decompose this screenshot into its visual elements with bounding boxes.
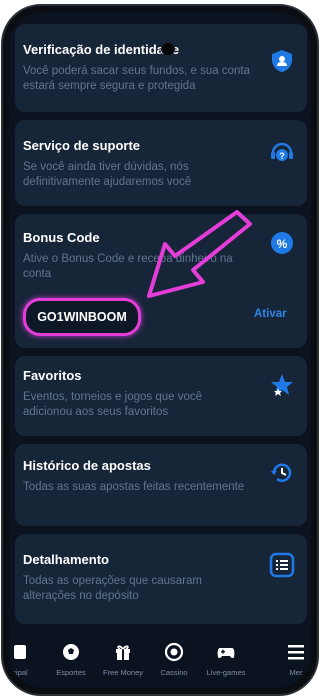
tab-label: Mer (289, 668, 303, 677)
soccer-ball-icon (63, 644, 79, 660)
casino-chip-icon (164, 642, 184, 662)
card-title: Detalhamento (23, 552, 109, 567)
card-title: Verificação de identidade (23, 42, 180, 57)
front-camera (161, 42, 175, 56)
tab-label: Cassino (160, 668, 188, 677)
card-details[interactable]: Detalhamento Todas as operações que caus… (15, 534, 307, 624)
pointer-arrow-annotation (147, 210, 252, 298)
support-question-icon: ? (271, 142, 293, 161)
card-support-service[interactable]: Serviço de suporte Se você ainda tiver d… (15, 120, 307, 206)
card-description: Todas as operações que causaram alteraçõ… (23, 575, 202, 602)
card-title: Favoritos (23, 368, 82, 383)
shield-user-icon (272, 50, 292, 72)
activate-button[interactable]: Ativar (254, 308, 287, 320)
tab-menu[interactable]: Mer (271, 634, 311, 677)
tab-label: cipal (12, 668, 28, 677)
card-title: Bonus Code (23, 230, 100, 245)
tab-free-money[interactable]: Free Money (98, 634, 148, 677)
card-description: Você poderá sacar seus fundos, e sua con… (23, 65, 250, 92)
bottom-tab-bar: cipal Esportes Free Money Cassino Live-g… (9, 634, 311, 688)
card-identity-verification[interactable]: Verificação de identidade Você poderá sa… (15, 24, 307, 112)
gift-icon (116, 645, 130, 660)
tab-label: Free Money (102, 668, 144, 677)
tab-sports[interactable]: Esportes (46, 634, 96, 677)
card-title: Histórico de apostas (23, 458, 151, 473)
card-description: Se você ainda tiver dúvidas, nós definit… (23, 161, 192, 188)
screen: Verificação de identidade Você poderá sa… (9, 12, 311, 688)
card-bet-history[interactable]: Histórico de apostas Todas as suas apost… (15, 444, 307, 526)
tab-casino[interactable]: Cassino (149, 634, 199, 677)
gamepad-icon (217, 648, 235, 659)
svg-text:%: % (277, 237, 288, 251)
card-description: Todas as suas apostas feitas recentement… (23, 481, 245, 493)
phone-frame: Verificação de identidade Você poderá sa… (1, 4, 319, 696)
tab-home[interactable]: cipal (9, 634, 45, 677)
card-description: Eventos, torneios e jogos que você adici… (23, 391, 203, 418)
bonus-code-input[interactable]: GO1WINBOOM (23, 298, 141, 336)
tab-label: Live-games (206, 668, 246, 677)
list-icon (269, 552, 295, 578)
tab-label: Esportes (56, 668, 86, 677)
card-title: Serviço de suporte (23, 138, 141, 153)
menu-icon (288, 645, 304, 660)
tab-live-games[interactable]: Live-games (201, 634, 251, 677)
svg-text:?: ? (279, 151, 285, 161)
home-icon (14, 645, 26, 659)
card-favorites[interactable]: Favoritos Eventos, torneios e jogos que … (15, 356, 307, 436)
star-icon (271, 374, 293, 396)
history-clock-icon (271, 463, 292, 482)
percent-badge-icon: % (271, 232, 293, 254)
